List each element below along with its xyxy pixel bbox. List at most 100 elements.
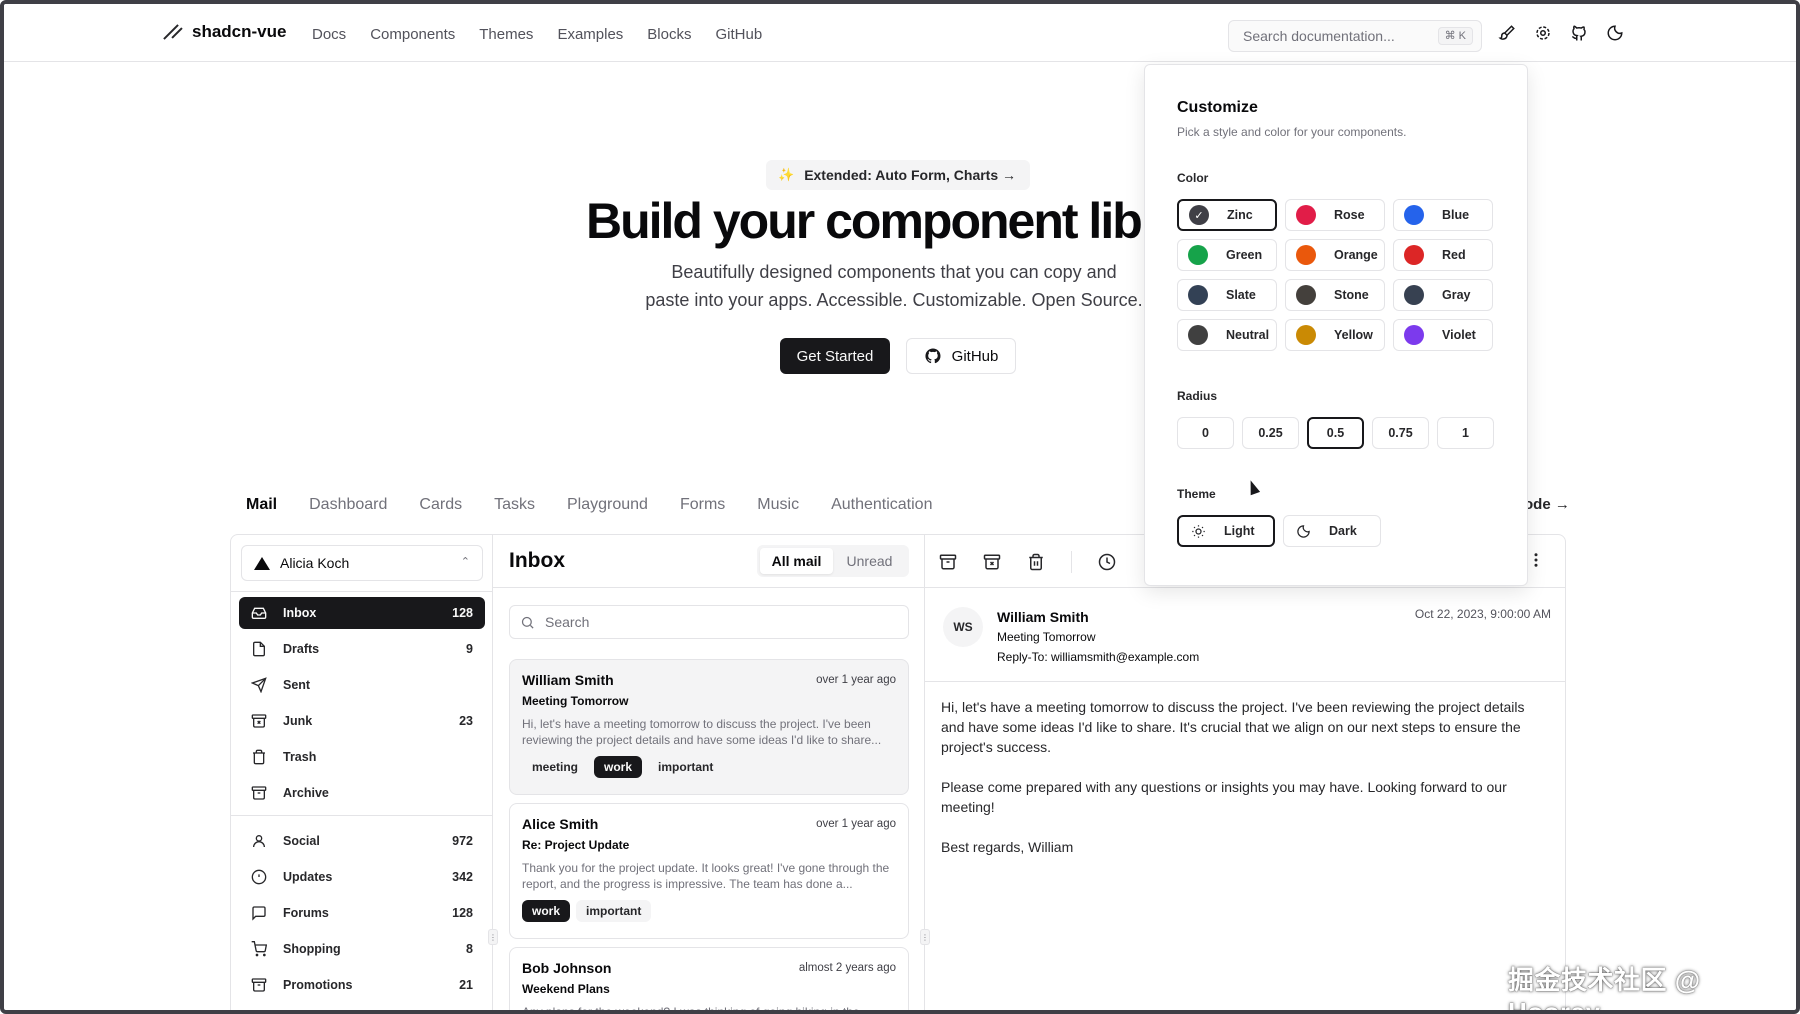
sparkles-icon: ✨: [778, 167, 795, 182]
mail-list-item[interactable]: Bob Johnson almost 2 years ago Weekend P…: [509, 947, 909, 1014]
announcement-link[interactable]: ✨ Extended: Auto Form, Charts →: [766, 160, 1030, 190]
sun-icon: [1191, 524, 1206, 539]
nav-github[interactable]: GitHub: [715, 26, 762, 43]
radius-label: Radius: [1177, 389, 1218, 403]
color-slate-button[interactable]: Slate: [1177, 279, 1277, 311]
theme-light-button[interactable]: Light: [1177, 515, 1275, 547]
color-name: Orange: [1334, 248, 1378, 262]
category-promotions[interactable]: Promotions 21: [239, 969, 485, 1001]
mail-preview: Any plans for the weekend? I was thinkin…: [522, 1005, 870, 1014]
archive-icon[interactable]: [939, 553, 957, 571]
main-nav: Docs Components Themes Examples Blocks G…: [312, 26, 762, 43]
watermark-text: 掘金技术社区 @ Hooray: [1508, 965, 1701, 1014]
github-button-label: GitHub: [951, 347, 999, 365]
tab-authentication[interactable]: Authentication: [831, 496, 932, 514]
trash-icon[interactable]: [1027, 553, 1045, 571]
folder-count: 9: [466, 642, 473, 656]
archive-x-icon[interactable]: [983, 553, 1001, 571]
tab-dashboard[interactable]: Dashboard: [309, 496, 387, 514]
folder-trash[interactable]: Trash: [239, 741, 485, 773]
folder-sent[interactable]: Sent: [239, 669, 485, 701]
paintbrush-icon[interactable]: [1498, 24, 1516, 42]
tab-tasks[interactable]: Tasks: [494, 496, 535, 514]
color-rose-button[interactable]: Rose: [1285, 199, 1385, 231]
color-gray-button[interactable]: Gray: [1393, 279, 1493, 311]
tab-all-mail[interactable]: All mail: [760, 548, 833, 574]
brand-name: shadcn-vue: [192, 22, 287, 41]
nav-examples[interactable]: Examples: [557, 26, 623, 43]
mail-paragraph: Please come prepared with any questions …: [941, 779, 1507, 815]
radius-0-button[interactable]: 0: [1177, 417, 1234, 449]
color-swatch: [1188, 245, 1208, 265]
folder-count: 128: [452, 606, 473, 620]
category-shopping[interactable]: Shopping 8: [239, 933, 485, 965]
radius-0-5-button[interactable]: 0.5: [1307, 417, 1364, 449]
color-zinc-button[interactable]: ✓ Zinc: [1177, 199, 1277, 231]
view-code-link[interactable]: ode →: [1524, 496, 1570, 513]
radius-0-75-button[interactable]: 0.75: [1372, 417, 1429, 449]
folder-inbox[interactable]: Inbox 128: [239, 597, 485, 629]
popover-subtitle: Pick a style and color for your componen…: [1177, 125, 1407, 139]
nav-components[interactable]: Components: [370, 26, 455, 43]
github-icon[interactable]: [1570, 24, 1588, 42]
message-list-panel: Inbox All mail Unread Search William Smi…: [493, 535, 925, 1014]
tab-music[interactable]: Music: [757, 496, 799, 514]
radius-0-25-button[interactable]: 0.25: [1242, 417, 1299, 449]
more-vertical-icon[interactable]: [1527, 551, 1545, 569]
sidebar-divider: [231, 815, 493, 816]
gear-icon[interactable]: [1534, 24, 1552, 42]
category-label: Shopping: [283, 942, 341, 956]
trash-icon: [251, 749, 267, 765]
nav-themes[interactable]: Themes: [479, 26, 533, 43]
color-orange-button[interactable]: Orange: [1285, 239, 1385, 271]
tag-badge: work: [522, 900, 571, 922]
sender-name: William Smith: [997, 609, 1089, 625]
vercel-logo-icon: [254, 556, 270, 570]
radius-1-button[interactable]: 1: [1437, 417, 1494, 449]
github-button[interactable]: GitHub: [906, 338, 1016, 374]
moon-icon: [1296, 524, 1311, 539]
mail-list-item[interactable]: William Smith over 1 year ago Meeting To…: [509, 659, 909, 795]
nav-blocks[interactable]: Blocks: [647, 26, 691, 43]
folder-junk[interactable]: Junk 23: [239, 705, 485, 737]
category-count: 342: [452, 870, 473, 884]
mail-search-input[interactable]: Search: [509, 605, 909, 639]
app-frame: shadcn-vue Docs Components Themes Exampl…: [0, 0, 1800, 1014]
theme-toggle-icon[interactable]: [1606, 24, 1624, 42]
category-social[interactable]: Social 972: [239, 825, 485, 857]
color-swatch: [1188, 325, 1208, 345]
tab-forms[interactable]: Forms: [680, 496, 725, 514]
docs-search-input[interactable]: Search documentation... ⌘ K: [1228, 20, 1482, 52]
get-started-button[interactable]: Get Started: [780, 338, 890, 374]
category-forums[interactable]: Forums 128: [239, 897, 485, 929]
account-switcher[interactable]: Alicia Koch ⌃: [241, 545, 483, 581]
file-icon: [251, 641, 267, 657]
nav-docs[interactable]: Docs: [312, 26, 346, 43]
hero-title: Build your component library: [586, 193, 1146, 249]
tab-unread[interactable]: Unread: [833, 548, 906, 574]
color-violet-button[interactable]: Violet: [1393, 319, 1493, 351]
color-green-button[interactable]: Green: [1177, 239, 1277, 271]
clock-icon[interactable]: [1098, 553, 1116, 571]
tab-playground[interactable]: Playground: [567, 496, 648, 514]
reader-header: William Smith Meeting Tomorrow Reply-To:…: [997, 607, 1199, 667]
folder-label: Archive: [283, 786, 329, 800]
popover-title: Customize: [1177, 99, 1258, 116]
chevrons-up-down-icon: ⌃: [460, 556, 470, 568]
category-updates[interactable]: Updates 342: [239, 861, 485, 893]
folder-archive[interactable]: Archive: [239, 777, 485, 809]
tab-mail[interactable]: Mail: [246, 496, 277, 514]
brand[interactable]: shadcn-vue: [162, 22, 286, 42]
theme-dark-button[interactable]: Dark: [1283, 515, 1381, 547]
color-stone-button[interactable]: Stone: [1285, 279, 1385, 311]
toolbar-divider: [1071, 551, 1072, 573]
tab-cards[interactable]: Cards: [419, 496, 462, 514]
color-red-button[interactable]: Red: [1393, 239, 1493, 271]
mail-time: almost 2 years ago: [798, 962, 896, 974]
folder-drafts[interactable]: Drafts 9: [239, 633, 485, 665]
color-yellow-button[interactable]: Yellow: [1285, 319, 1385, 351]
color-blue-button[interactable]: Blue: [1393, 199, 1493, 231]
color-neutral-button[interactable]: Neutral: [1177, 319, 1277, 351]
theme-label: Theme: [1177, 487, 1216, 501]
mail-list-item[interactable]: Alice Smith over 1 year ago Re: Project …: [509, 803, 909, 939]
